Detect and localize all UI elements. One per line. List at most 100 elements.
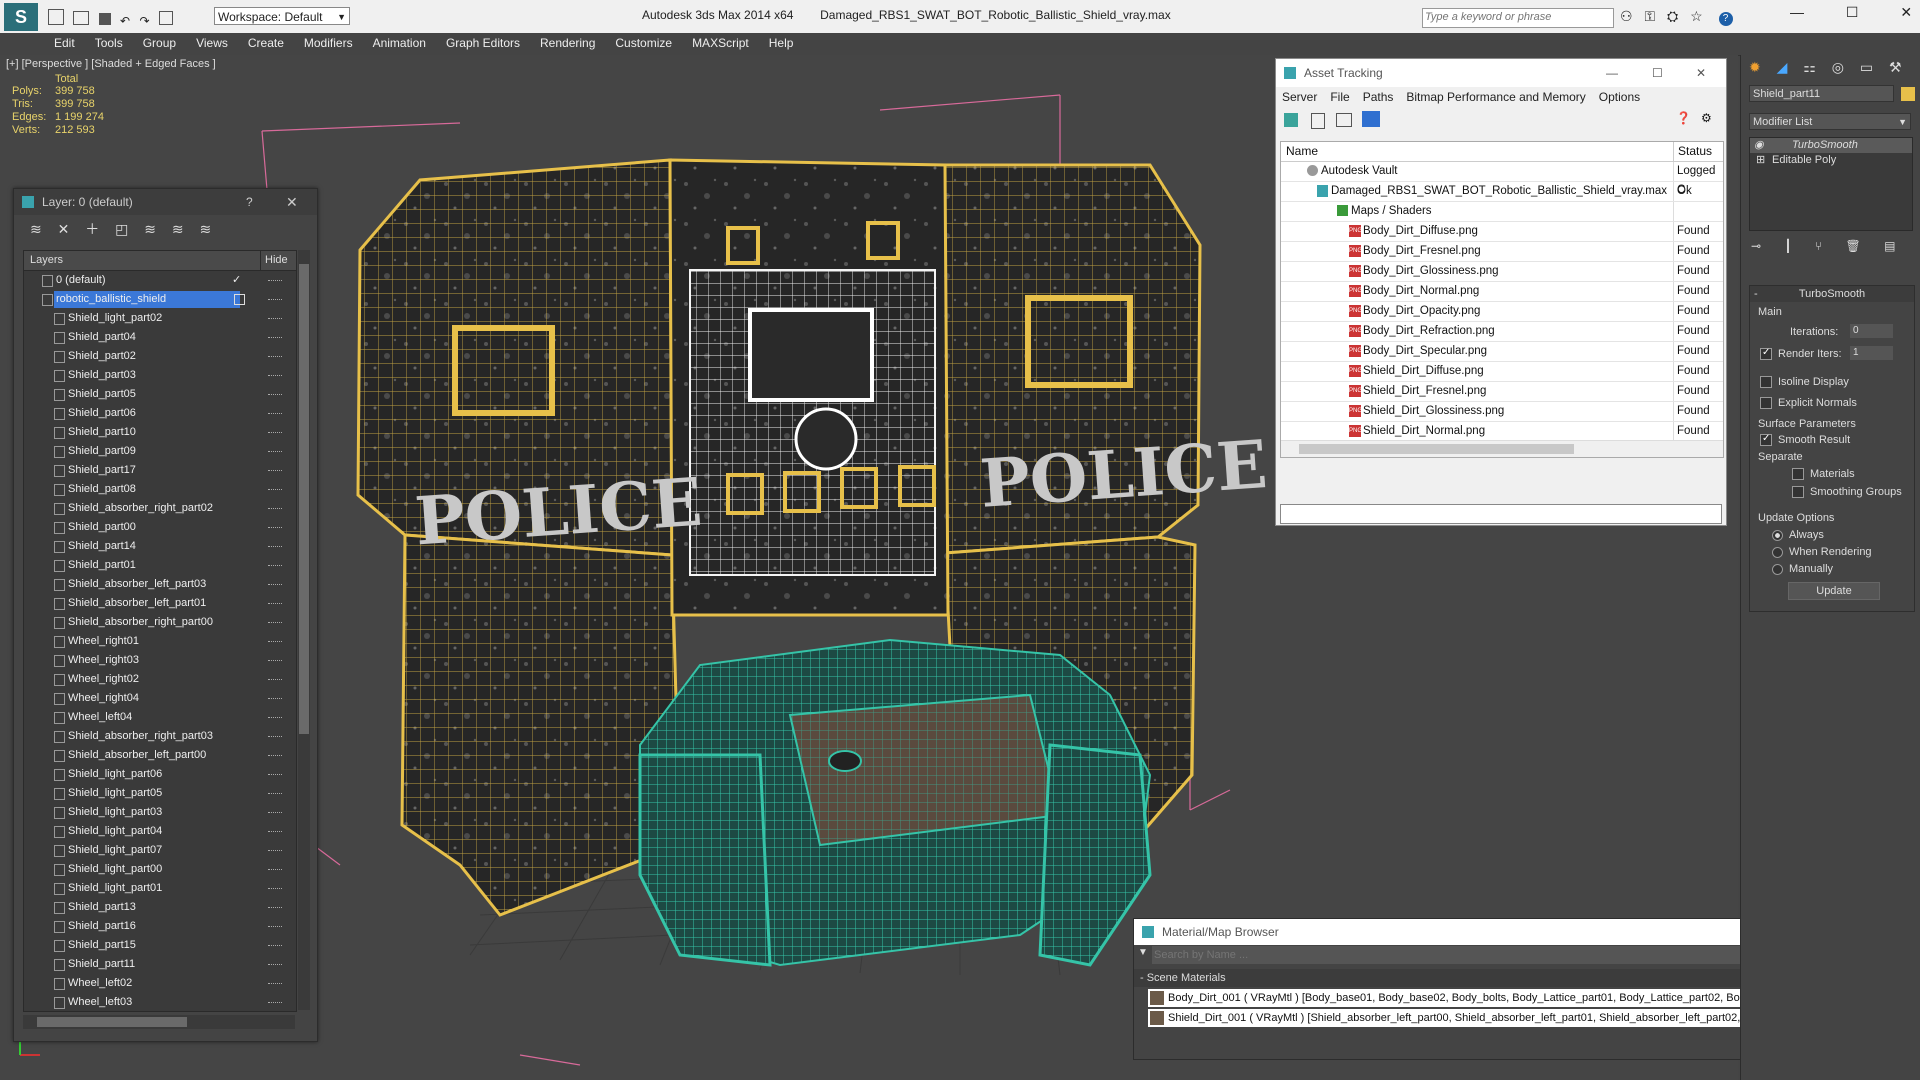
hide-toggle[interactable] [268, 299, 282, 301]
asset-row[interactable]: PNGBody_Dirt_Glossiness.png Found [1281, 262, 1723, 282]
asset-hscrollbar[interactable] [1281, 440, 1723, 457]
col-hide[interactable]: Hide [260, 251, 288, 270]
hide-toggle[interactable] [268, 603, 282, 605]
layer-row[interactable]: Shield_part02 [24, 347, 296, 366]
menu-item-views[interactable]: Views [186, 33, 238, 53]
hide-toggle[interactable] [268, 318, 282, 320]
motion-tab-icon[interactable]: ◎ [1832, 59, 1844, 75]
layer-row[interactable]: Wheel_left04 [24, 708, 296, 727]
freeze-all-icon[interactable]: ≋ [200, 221, 212, 237]
layer-row[interactable]: Shield_part16 [24, 917, 296, 936]
hide-toggle[interactable] [268, 888, 282, 890]
chevron-down-icon[interactable]: ▼ [1138, 947, 1148, 958]
layer-row[interactable]: Shield_part13 [24, 898, 296, 917]
star-icon[interactable]: ☆ [1690, 8, 1703, 24]
stack-item-editable-poly[interactable]: ⊞ Editable Poly [1750, 153, 1912, 168]
key-icon[interactable]: ⚿ [1644, 8, 1655, 24]
asset-row[interactable]: PNGBody_Dirt_Refraction.png Found [1281, 322, 1723, 342]
redo-icon[interactable]: ↷ [139, 14, 149, 28]
layer-row[interactable]: Shield_part09 [24, 442, 296, 461]
layer-row[interactable]: Wheel_right04 [24, 689, 296, 708]
layer-row[interactable]: Shield_light_part02 [24, 309, 296, 328]
modifier-list-dropdown[interactable]: Modifier List ▼ [1749, 113, 1911, 130]
rollout-header[interactable]: - TurboSmooth [1750, 286, 1914, 302]
asset-row[interactable]: PNGShield_Dirt_Normal.png Found [1281, 422, 1723, 442]
configure-sets-icon[interactable]: ▤ [1884, 239, 1895, 253]
hide-toggle[interactable] [268, 907, 282, 909]
hide-toggle[interactable] [268, 736, 282, 738]
refresh-icon[interactable] [1284, 113, 1298, 127]
active-layer-check-icon[interactable]: ✓ [232, 271, 241, 290]
hierarchy-tab-icon[interactable]: ⚏ [1803, 59, 1816, 75]
layer-row[interactable]: Shield_absorber_left_part00 [24, 746, 296, 765]
highlight-layer-icon[interactable]: ≋ [144, 221, 156, 237]
sign-in-icon[interactable]: ⛭ [1667, 8, 1678, 24]
layer-row[interactable]: Shield_absorber_left_part01 [24, 594, 296, 613]
layer-row[interactable]: Shield_part08 [24, 480, 296, 499]
hide-toggle[interactable] [268, 508, 282, 510]
search-input[interactable] [1423, 10, 1607, 24]
update-button[interactable]: Update [1788, 582, 1880, 600]
hide-toggle[interactable] [268, 1002, 282, 1004]
menu-item-tools[interactable]: Tools [85, 33, 133, 53]
layer-row[interactable]: 0 (default) ✓ [24, 271, 296, 290]
minimize-icon[interactable]: — [1606, 59, 1618, 87]
help-icon[interactable]: ? [1718, 12, 1733, 26]
col-name[interactable]: Name [1286, 142, 1318, 161]
open-file-icon[interactable] [73, 11, 90, 25]
menu-item-animation[interactable]: Animation [363, 33, 436, 53]
show-end-result-icon[interactable]: ┃ [1784, 239, 1791, 253]
hide-toggle[interactable] [268, 793, 282, 795]
hide-toggle[interactable] [268, 546, 282, 548]
asset-menu-paths[interactable]: Paths [1363, 90, 1394, 104]
close-icon[interactable]: ✕ [286, 189, 298, 215]
layer-row[interactable]: Shield_part00 [24, 518, 296, 537]
asset-row[interactable]: PNGBody_Dirt_Opacity.png Found [1281, 302, 1723, 322]
always-radio[interactable] [1772, 529, 1783, 541]
workspace-dropdown[interactable]: Workspace: Default ▼ [214, 7, 350, 25]
create-tab-icon[interactable]: ✹ [1749, 59, 1761, 75]
project-folder-icon[interactable] [158, 11, 173, 25]
layer-row[interactable]: Shield_part01 [24, 556, 296, 575]
asset-row[interactable]: PNGBody_Dirt_Diffuse.png Found [1281, 222, 1723, 242]
options-icon[interactable]: ⚙ [1701, 111, 1712, 125]
menu-item-customize[interactable]: Customize [605, 33, 682, 53]
layer-row[interactable]: Wheel_right02 [24, 670, 296, 689]
layer-row[interactable]: Shield_light_part04 [24, 822, 296, 841]
asset-row[interactable]: PNGBody_Dirt_Fresnel.png Found [1281, 242, 1723, 262]
undo-icon[interactable]: ↶ [120, 14, 130, 28]
delete-layer-icon[interactable]: ✕ [58, 221, 70, 237]
menu-item-modifiers[interactable]: Modifiers [294, 33, 363, 53]
table-view-icon[interactable] [1362, 111, 1380, 127]
select-objects-icon[interactable]: ◰ [115, 221, 128, 237]
list-view-icon[interactable] [1311, 113, 1325, 129]
layer-row[interactable]: Shield_part17 [24, 461, 296, 480]
asset-menu-options[interactable]: Options [1599, 90, 1640, 104]
layer-row[interactable]: Shield_part04 [24, 328, 296, 347]
explicit-normals-checkbox[interactable] [1760, 397, 1772, 410]
isoline-checkbox[interactable] [1760, 376, 1772, 389]
materials-checkbox[interactable] [1792, 468, 1804, 481]
hide-toggle[interactable] [268, 489, 282, 491]
hide-toggle[interactable] [268, 451, 282, 453]
hide-toggle[interactable] [268, 356, 282, 358]
hide-toggle[interactable] [268, 432, 282, 434]
layer-help-button[interactable]: ? [246, 189, 253, 215]
layer-row[interactable]: Shield_absorber_right_part02 [24, 499, 296, 518]
make-active-icon[interactable] [234, 294, 245, 305]
hide-toggle[interactable] [268, 869, 282, 871]
asset-menu-server[interactable]: Server [1282, 90, 1317, 104]
binoculars-icon[interactable]: ⚇ [1620, 8, 1633, 24]
stack-item-turbosmooth[interactable]: ◉ TurboSmooth [1750, 138, 1912, 153]
hide-toggle[interactable] [268, 470, 282, 472]
when-rendering-radio[interactable] [1772, 546, 1783, 558]
asset-row[interactable]: PNGShield_Dirt_Diffuse.png Found [1281, 362, 1723, 382]
close-icon[interactable]: ✕ [1696, 59, 1706, 87]
col-status[interactable]: Status [1673, 142, 1712, 161]
hide-toggle[interactable] [268, 964, 282, 966]
hide-toggle[interactable] [268, 527, 282, 529]
layer-row[interactable]: Shield_part10 [24, 423, 296, 442]
layer-row[interactable]: Shield_part05 [24, 385, 296, 404]
hide-toggle[interactable] [268, 622, 282, 624]
layer-row[interactable]: robotic_ballistic_shield [24, 290, 296, 309]
